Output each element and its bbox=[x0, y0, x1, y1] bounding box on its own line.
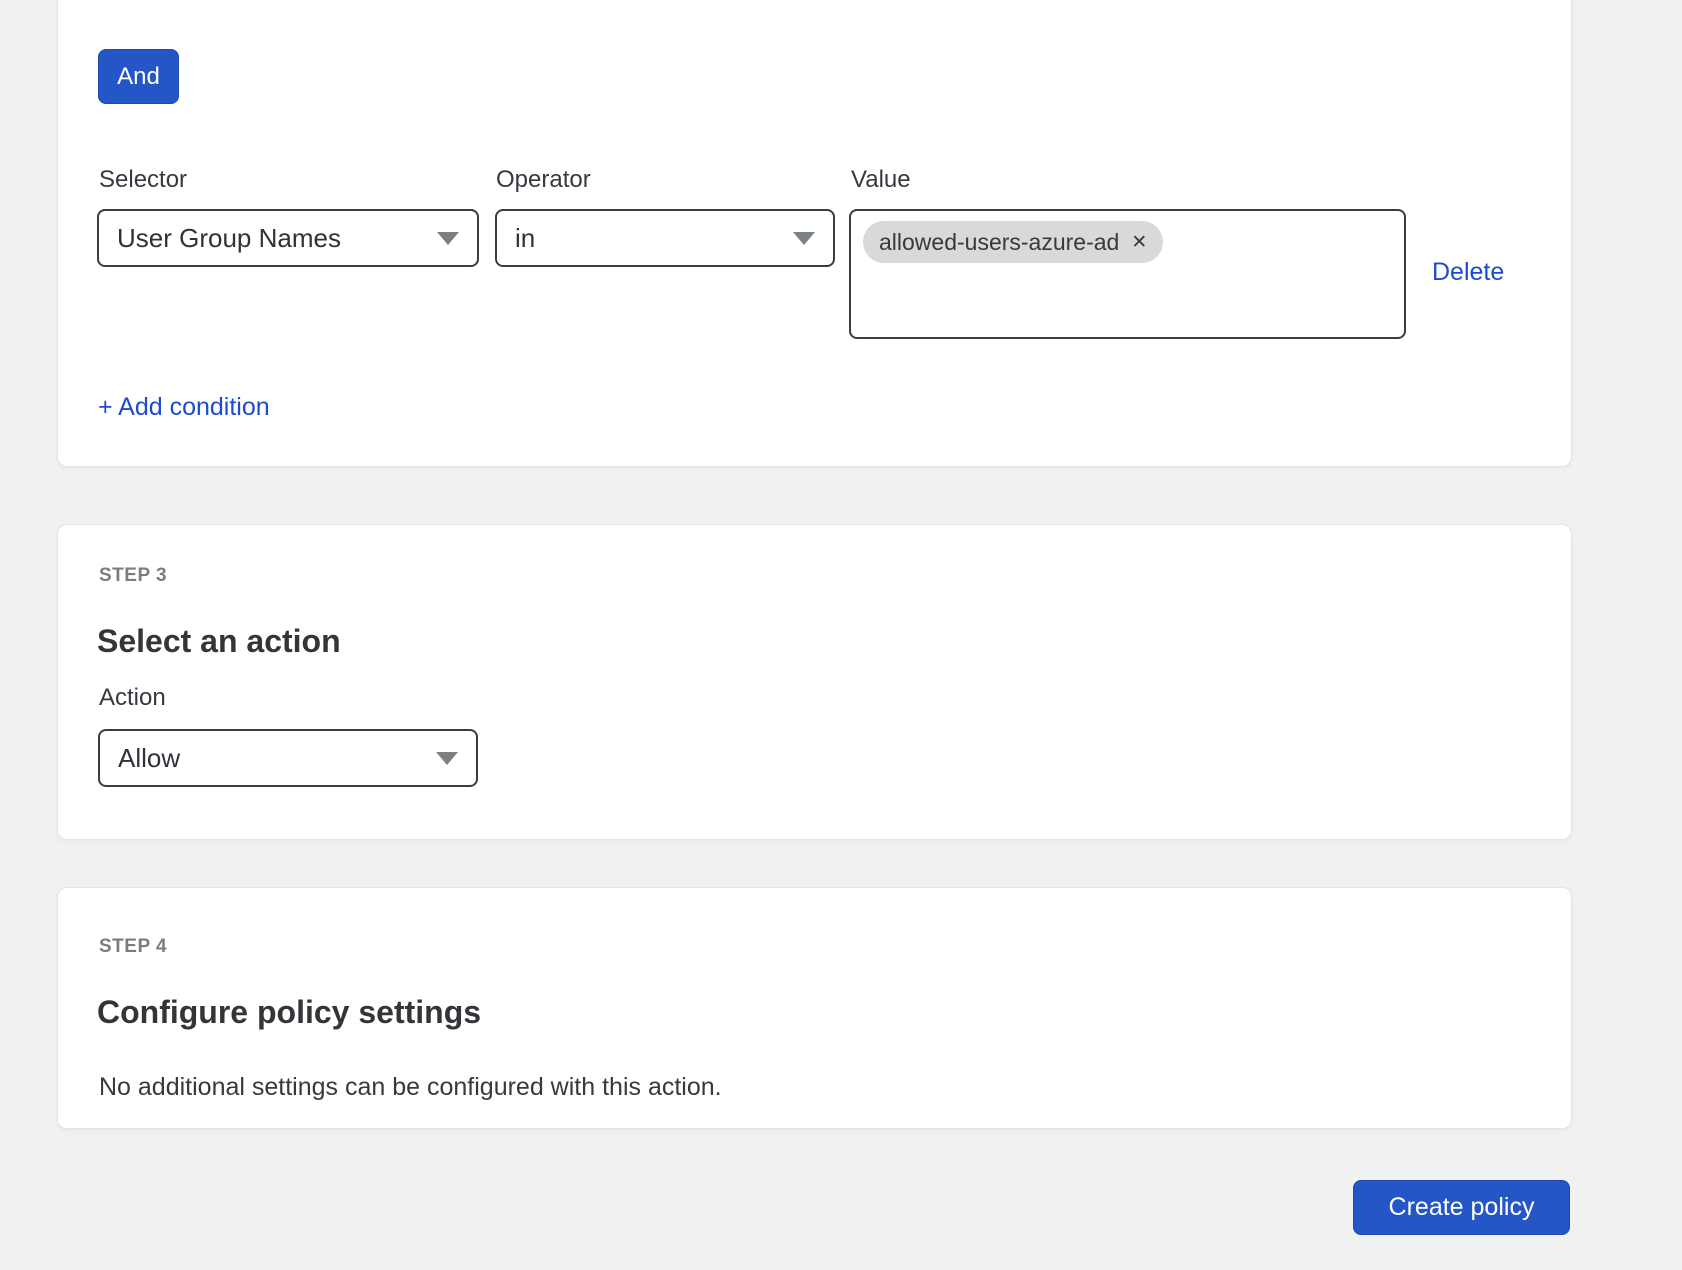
selector-dropdown[interactable]: User Group Names bbox=[97, 209, 479, 267]
operator-dropdown-value: in bbox=[515, 223, 781, 254]
chevron-down-icon bbox=[437, 232, 459, 245]
operator-dropdown[interactable]: in bbox=[495, 209, 835, 267]
remove-tag-icon[interactable]: ✕ bbox=[1131, 233, 1147, 252]
step3-step-label: STEP 3 bbox=[99, 565, 167, 587]
selector-label: Selector bbox=[99, 167, 187, 193]
step3-title: Select an action bbox=[97, 622, 341, 660]
step3-card: STEP 3 Select an action Action Allow bbox=[57, 524, 1572, 840]
chevron-down-icon bbox=[436, 752, 458, 765]
value-tag-text: allowed-users-azure-ad bbox=[879, 229, 1119, 256]
step4-body-text: No additional settings can be configured… bbox=[99, 1071, 722, 1103]
operator-label: Operator bbox=[496, 167, 591, 193]
step4-card: STEP 4 Configure policy settings No addi… bbox=[57, 887, 1572, 1129]
add-condition-link[interactable]: + Add condition bbox=[98, 393, 270, 422]
action-dropdown-value: Allow bbox=[118, 743, 424, 774]
create-policy-button[interactable]: Create policy bbox=[1353, 1180, 1570, 1235]
selector-dropdown-value: User Group Names bbox=[117, 223, 425, 254]
value-multiselect-input[interactable]: allowed-users-azure-ad ✕ bbox=[849, 209, 1406, 339]
delete-condition-link[interactable]: Delete bbox=[1432, 258, 1504, 287]
create-policy-label: Create policy bbox=[1389, 1193, 1535, 1222]
and-connector-label: And bbox=[117, 63, 160, 91]
action-dropdown[interactable]: Allow bbox=[98, 729, 478, 787]
step4-step-label: STEP 4 bbox=[99, 936, 167, 958]
value-tag: allowed-users-azure-ad ✕ bbox=[863, 221, 1163, 263]
condition-card: And Selector Operator Value User Group N… bbox=[57, 0, 1572, 467]
policy-builder-page: And Selector Operator Value User Group N… bbox=[0, 0, 1682, 1270]
value-label: Value bbox=[851, 167, 911, 193]
and-connector-button[interactable]: And bbox=[98, 49, 179, 104]
chevron-down-icon bbox=[793, 232, 815, 245]
step4-title: Configure policy settings bbox=[97, 993, 481, 1031]
action-label: Action bbox=[99, 685, 166, 711]
